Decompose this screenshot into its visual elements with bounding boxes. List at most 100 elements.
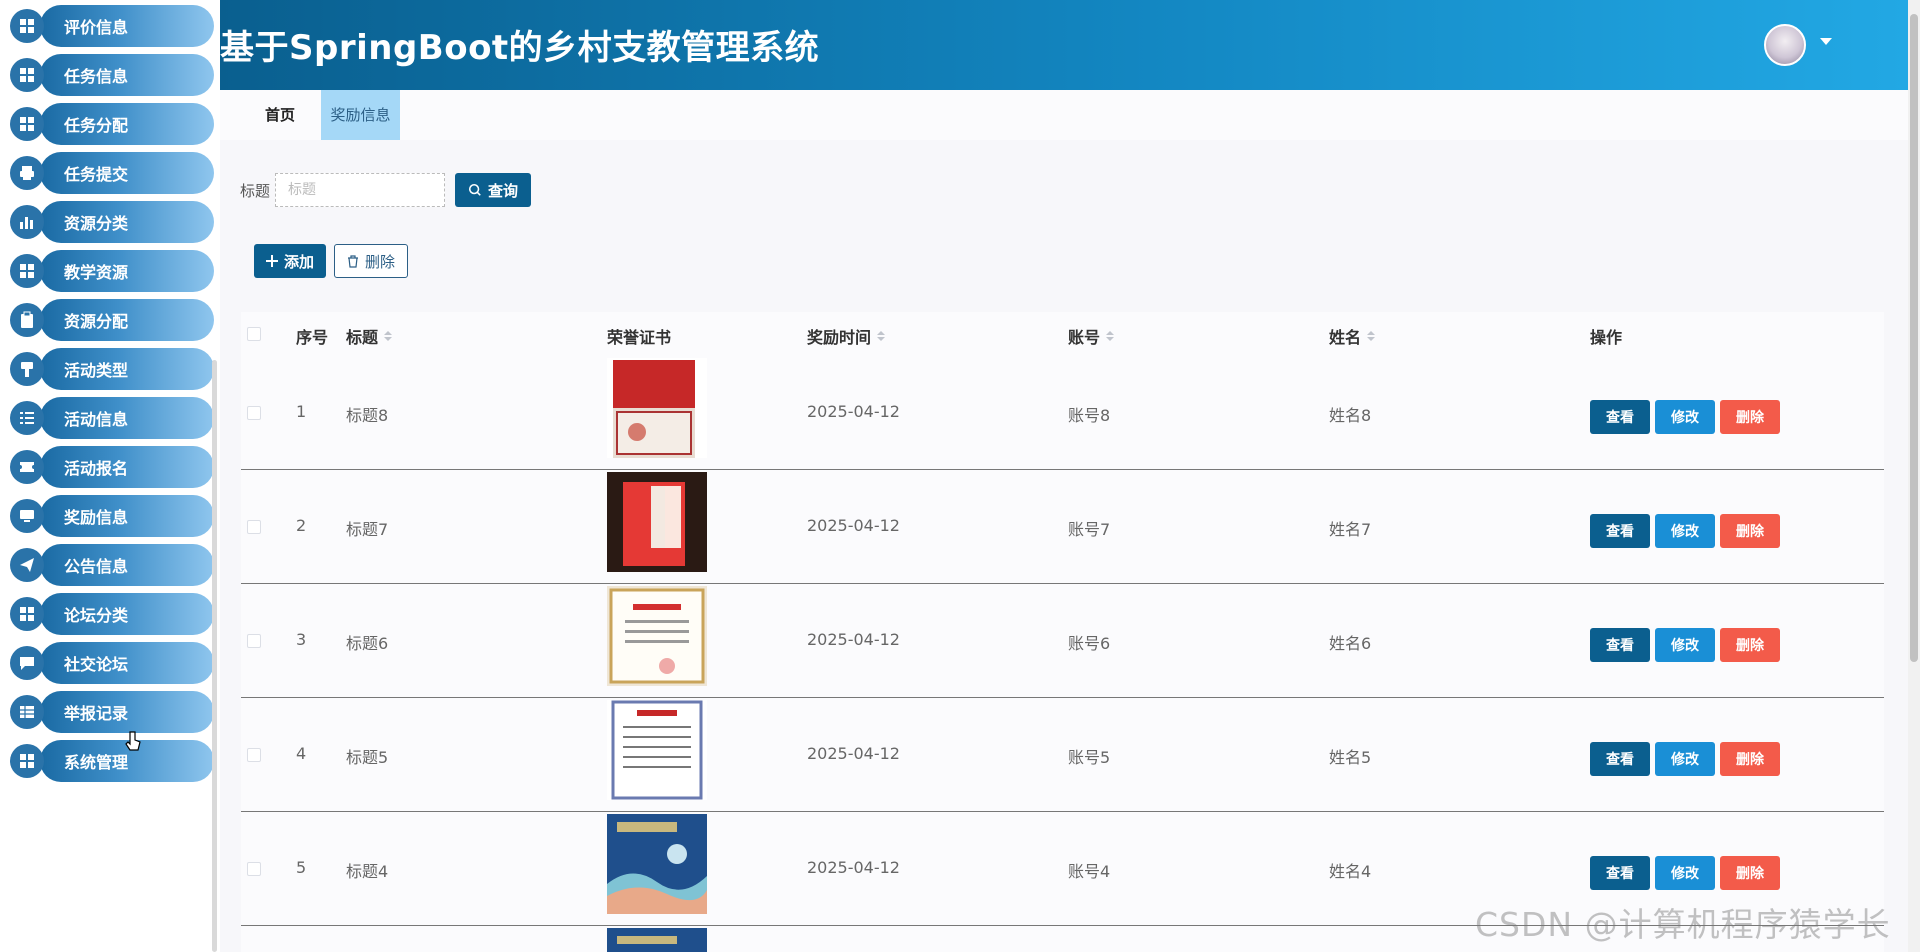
col-account[interactable]: 账号 bbox=[1068, 324, 1115, 348]
certificate-image[interactable] bbox=[607, 700, 707, 800]
delete-button[interactable]: 删除 bbox=[1720, 856, 1780, 890]
table-row[interactable]: 2 标题7 2025-04-12 账号7 姓名7 查看 修改 删除 bbox=[241, 470, 1884, 584]
sort-icon[interactable] bbox=[384, 331, 393, 341]
grid-icon bbox=[10, 58, 44, 92]
sidebar-item[interactable]: 论坛分类 bbox=[10, 593, 214, 635]
search-input[interactable] bbox=[275, 173, 445, 207]
delete-button[interactable]: 删除 bbox=[1720, 628, 1780, 662]
batch-delete-button[interactable]: 删除 bbox=[334, 244, 408, 278]
sidebar-item-pill[interactable]: 任务分配 bbox=[40, 103, 214, 145]
sidebar-item-label: 任务提交 bbox=[64, 165, 129, 184]
cell-name: 姓名4 bbox=[1329, 862, 1372, 881]
window-scrollbar[interactable] bbox=[1908, 0, 1920, 952]
table-header: 序号 标题 荣誉证书 奖励时间 账号 姓名 操作 bbox=[241, 312, 1884, 356]
certificate-image[interactable] bbox=[607, 358, 707, 458]
sidebar-item-pill[interactable]: 资源分配 bbox=[40, 299, 214, 341]
sidebar-item[interactable]: 教学资源 bbox=[10, 250, 214, 292]
sidebar-item[interactable]: 任务分配 bbox=[10, 103, 214, 145]
batch-delete-label: 删除 bbox=[364, 252, 395, 271]
sidebar-item[interactable]: 任务信息 bbox=[10, 54, 214, 96]
row-checkbox[interactable] bbox=[247, 406, 261, 420]
cell-time: 2025-04-12 bbox=[807, 858, 900, 877]
sidebar-item-pill[interactable]: 资源分类 bbox=[40, 201, 214, 243]
edit-button[interactable]: 修改 bbox=[1655, 742, 1715, 776]
sidebar-item-pill[interactable]: 举报记录 bbox=[40, 691, 214, 733]
sidebar-item[interactable]: 举报记录 bbox=[10, 691, 214, 733]
edit-button[interactable]: 修改 bbox=[1655, 514, 1715, 548]
sidebar-item[interactable]: 系统管理 bbox=[10, 740, 214, 782]
delete-button[interactable]: 删除 bbox=[1720, 514, 1780, 548]
sidebar-item-pill[interactable]: 活动信息 bbox=[40, 397, 214, 439]
view-button[interactable]: 查看 bbox=[1590, 400, 1650, 434]
sidebar-item[interactable]: 公告信息 bbox=[10, 544, 214, 586]
sidebar-item-pill[interactable]: 社交论坛 bbox=[40, 642, 214, 684]
sidebar-item-pill[interactable]: 公告信息 bbox=[40, 544, 214, 586]
tab-home[interactable]: 首页 bbox=[250, 90, 310, 140]
view-button[interactable]: 查看 bbox=[1590, 742, 1650, 776]
table-row[interactable]: 1 标题8 2025-04-12 账号8 姓名8 查看 修改 删除 bbox=[241, 356, 1884, 470]
sort-icon[interactable] bbox=[877, 331, 886, 341]
cell-title: 标题7 bbox=[346, 520, 389, 539]
delete-button[interactable]: 删除 bbox=[1720, 742, 1780, 776]
cell-name: 姓名6 bbox=[1329, 634, 1372, 653]
sidebar-scrollbar[interactable] bbox=[212, 360, 217, 952]
sidebar-item-pill[interactable]: 活动类型 bbox=[40, 348, 214, 390]
sort-icon[interactable] bbox=[1367, 331, 1376, 341]
sidebar-item[interactable]: 社交论坛 bbox=[10, 642, 214, 684]
tab-reward-info[interactable]: 奖励信息 bbox=[321, 90, 400, 140]
col-certificate-label: 荣誉证书 bbox=[607, 328, 672, 347]
certificate-image[interactable] bbox=[607, 814, 707, 914]
sidebar-item[interactable]: 评价信息 bbox=[10, 5, 214, 47]
sidebar-item[interactable]: 活动信息 bbox=[10, 397, 214, 439]
view-button[interactable]: 查看 bbox=[1590, 856, 1650, 890]
sidebar-item[interactable]: 任务提交 bbox=[10, 152, 214, 194]
grid-icon bbox=[10, 107, 44, 141]
cell-name: 姓名5 bbox=[1329, 748, 1372, 767]
col-time[interactable]: 奖励时间 bbox=[807, 324, 886, 348]
certificate-image[interactable] bbox=[607, 472, 707, 572]
edit-button[interactable]: 修改 bbox=[1655, 400, 1715, 434]
edit-button[interactable]: 修改 bbox=[1655, 628, 1715, 662]
sidebar-item-pill[interactable]: 任务信息 bbox=[40, 54, 214, 96]
chevron-down-icon[interactable] bbox=[1820, 38, 1832, 45]
top-header: 基于SpringBoot的乡村支教管理系统 bbox=[220, 0, 1910, 90]
table-row[interactable]: 3 标题6 2025-04-12 账号6 姓名6 查看 修改 删除 bbox=[241, 584, 1884, 698]
sidebar-item[interactable]: 资源分配 bbox=[10, 299, 214, 341]
cell-account: 账号6 bbox=[1068, 634, 1111, 653]
row-checkbox[interactable] bbox=[247, 748, 261, 762]
sidebar-item-pill[interactable]: 任务提交 bbox=[40, 152, 214, 194]
sidebar-item[interactable]: 活动类型 bbox=[10, 348, 214, 390]
watermark: CSDN @计算机程序猿学长 bbox=[1475, 905, 1891, 944]
view-button[interactable]: 查看 bbox=[1590, 628, 1650, 662]
sort-icon[interactable] bbox=[1106, 331, 1115, 341]
ticket-icon bbox=[10, 450, 44, 484]
query-button-label: 查询 bbox=[487, 181, 518, 200]
sidebar-item-pill[interactable]: 活动报名 bbox=[40, 446, 214, 488]
certificate-image[interactable] bbox=[607, 586, 707, 686]
mouse-pointer-icon bbox=[125, 731, 141, 751]
sidebar-item-pill[interactable]: 论坛分类 bbox=[40, 593, 214, 635]
sidebar-item[interactable]: 奖励信息 bbox=[10, 495, 214, 537]
sidebar-item-pill[interactable]: 奖励信息 bbox=[40, 495, 214, 537]
col-title[interactable]: 标题 bbox=[346, 324, 393, 348]
delete-button[interactable]: 删除 bbox=[1720, 400, 1780, 434]
row-checkbox[interactable] bbox=[247, 634, 261, 648]
view-button[interactable]: 查看 bbox=[1590, 514, 1650, 548]
row-checkbox[interactable] bbox=[247, 520, 261, 534]
monitor-icon bbox=[10, 499, 44, 533]
window-scrollbar-thumb[interactable] bbox=[1910, 14, 1918, 662]
table-row[interactable]: 4 标题5 2025-04-12 账号5 姓名5 查看 修改 删除 bbox=[241, 698, 1884, 812]
sidebar-item-label: 评价信息 bbox=[64, 18, 129, 37]
select-all-checkbox[interactable] bbox=[247, 327, 261, 341]
sidebar-item[interactable]: 资源分类 bbox=[10, 201, 214, 243]
edit-button[interactable]: 修改 bbox=[1655, 856, 1715, 890]
sidebar-item-pill[interactable]: 教学资源 bbox=[40, 250, 214, 292]
col-name[interactable]: 姓名 bbox=[1329, 324, 1376, 348]
row-checkbox[interactable] bbox=[247, 862, 261, 876]
sidebar-item-pill[interactable]: 评价信息 bbox=[40, 5, 214, 47]
sidebar-item[interactable]: 活动报名 bbox=[10, 446, 214, 488]
add-button[interactable]: 添加 bbox=[254, 244, 326, 278]
avatar[interactable] bbox=[1764, 24, 1806, 66]
certificate-image[interactable] bbox=[607, 928, 707, 952]
query-button[interactable]: 查询 bbox=[455, 173, 531, 207]
